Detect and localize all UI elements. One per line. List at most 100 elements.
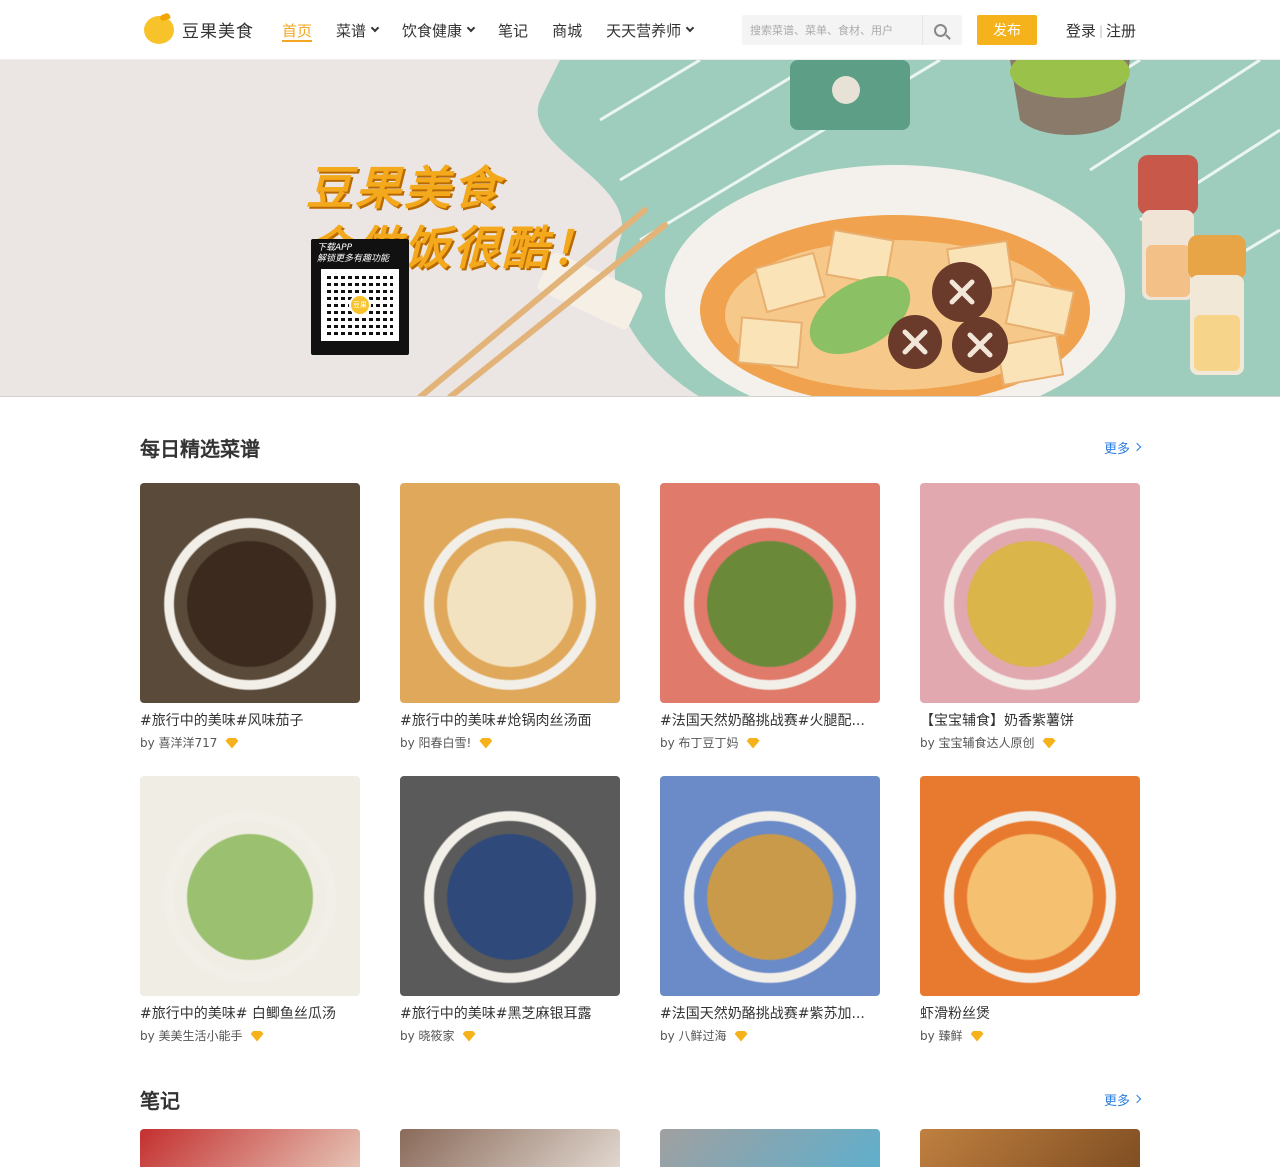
nav-item-3[interactable]: 笔记 <box>498 0 528 60</box>
note-image[interactable] <box>140 1129 360 1167</box>
auth-separator: | <box>1098 23 1103 38</box>
recipe-card[interactable]: #法国天然奶酪挑战赛#紫苏加... by 八鲜过海 <box>660 776 880 1043</box>
diamond-badge-icon <box>250 1030 264 1042</box>
section-title: 笔记 <box>140 1088 180 1113</box>
hero-banner[interactable]: 豆果美食 会做饭很酷！ 下载APP 解锁更多有趣功能 豆果 <box>0 60 1280 397</box>
more-link[interactable]: 更多 <box>1103 438 1142 457</box>
recipe-author: by 晓筱家 <box>400 1029 620 1043</box>
diamond-badge-icon <box>734 1030 748 1042</box>
diamond-badge-icon <box>1042 737 1056 749</box>
author-name[interactable]: by 八鲜过海 <box>660 1029 727 1043</box>
recipe-image[interactable] <box>140 776 360 996</box>
recipe-grid: #旅行中的美味#风味茄子 by 喜洋洋717 #旅行中的美味#炝锅肉丝汤面 by 阳春… <box>140 483 1140 1069</box>
qr-label-2: 解锁更多有趣功能 <box>317 254 390 264</box>
nav-item-4[interactable]: 商城 <box>552 0 582 60</box>
nav-label: 菜谱 <box>336 21 367 40</box>
diamond-badge-icon <box>970 1030 984 1042</box>
nav-item-1[interactable]: 菜谱 <box>336 0 380 60</box>
search-button[interactable] <box>922 15 958 45</box>
author-name[interactable]: by 喜洋洋717 <box>140 736 217 750</box>
author-name[interactable]: by 宝宝辅食达人原创 <box>920 736 1035 750</box>
recipe-card[interactable]: #旅行中的美味#炝锅肉丝汤面 by 阳春白雪! <box>400 483 620 750</box>
recipe-card[interactable]: #旅行中的美味#黑芝麻银耳露 by 晓筱家 <box>400 776 620 1043</box>
recipe-image[interactable] <box>660 776 880 996</box>
diamond-badge-icon <box>462 1030 476 1042</box>
diamond-badge-icon <box>479 737 493 749</box>
recipe-card[interactable]: #旅行中的美味# 白鲫鱼丝瓜汤 by 美美生活小能手 <box>140 776 360 1043</box>
recipe-image[interactable] <box>140 483 360 703</box>
note-image[interactable] <box>660 1129 880 1167</box>
recipe-card[interactable]: 【宝宝辅食】奶香紫薯饼 by 宝宝辅食达人原创 <box>920 483 1140 750</box>
auth-links: 登录 | 注册 <box>1066 20 1136 41</box>
notes-section-header: 笔记 更多 <box>140 1085 1142 1113</box>
nav-label: 天天营养师 <box>606 21 682 40</box>
recipe-card[interactable]: #旅行中的美味#风味茄子 by 喜洋洋717 <box>140 483 360 750</box>
recipe-title[interactable]: #法国天然奶酪挑战赛#火腿配... <box>660 712 880 730</box>
nav-item-0[interactable]: 首页 <box>282 0 313 60</box>
more-link[interactable]: 更多 <box>1103 1090 1142 1109</box>
recipe-image[interactable] <box>920 776 1140 996</box>
recipe-image[interactable] <box>400 776 620 996</box>
section-title: 每日精选菜谱 <box>140 436 260 461</box>
daily-section-header: 每日精选菜谱 更多 <box>140 433 1142 461</box>
logo-text: 豆果美食 <box>182 21 254 42</box>
search-icon <box>934 23 947 37</box>
chevron-right-icon <box>1132 1094 1142 1104</box>
note-image[interactable] <box>920 1129 1140 1167</box>
qr-label-1: 下载APP <box>317 243 353 253</box>
author-name[interactable]: by 美美生活小能手 <box>140 1029 243 1043</box>
recipe-title[interactable]: #旅行中的美味#风味茄子 <box>140 712 360 730</box>
recipe-title[interactable]: #旅行中的美味#炝锅肉丝汤面 <box>400 712 620 730</box>
author-name[interactable]: by 布丁豆丁妈 <box>660 736 739 750</box>
more-label: 更多 <box>1103 441 1130 457</box>
publish-button[interactable]: 发布 <box>977 15 1037 45</box>
recipe-title[interactable]: #法国天然奶酪挑战赛#紫苏加... <box>660 1005 880 1023</box>
nav-label: 商城 <box>552 21 583 40</box>
recipe-image[interactable] <box>400 483 620 703</box>
logo-icon <box>144 12 176 44</box>
top-header: 豆果美食 首页 菜谱 饮食健康 笔记 商城 天天营养师 发布 登录 | 注册 <box>0 0 1280 60</box>
recipe-author: by 臻鲜 <box>920 1029 1140 1043</box>
recipe-author: by 八鲜过海 <box>660 1029 880 1043</box>
author-name[interactable]: by 阳春白雪! <box>400 736 471 750</box>
chevron-down-icon <box>466 23 476 33</box>
recipe-author: by 阳春白雪! <box>400 736 620 750</box>
recipe-title[interactable]: #旅行中的美味#黑芝麻银耳露 <box>400 1005 620 1023</box>
nav-item-5[interactable]: 天天营养师 <box>606 0 695 60</box>
search-box <box>742 15 962 45</box>
header-inner: 豆果美食 首页 菜谱 饮食健康 笔记 商城 天天营养师 发布 登录 | 注册 <box>140 0 1140 60</box>
author-name[interactable]: by 晓筱家 <box>400 1029 455 1043</box>
diamond-badge-icon <box>225 737 239 749</box>
recipe-author: by 宝宝辅食达人原创 <box>920 736 1140 750</box>
qr-code-image: 豆果 <box>321 269 399 341</box>
nav-label: 首页 <box>282 21 313 40</box>
author-name[interactable]: by 臻鲜 <box>920 1029 963 1043</box>
recipe-image[interactable] <box>920 483 1140 703</box>
recipe-title[interactable]: 虾滑粉丝煲 <box>920 1005 1140 1023</box>
recipe-image[interactable] <box>660 483 880 703</box>
banner-line-1: 豆果美食 <box>306 161 502 215</box>
notes-row <box>140 1129 1140 1167</box>
nav-item-2[interactable]: 饮食健康 <box>402 0 476 60</box>
recipe-title[interactable]: 【宝宝辅食】奶香紫薯饼 <box>920 712 1140 730</box>
recipe-card[interactable]: 虾滑粉丝煲 by 臻鲜 <box>920 776 1140 1043</box>
recipe-author: by 布丁豆丁妈 <box>660 736 880 750</box>
main-nav: 首页 菜谱 饮食健康 笔记 商城 天天营养师 <box>282 0 717 60</box>
site-logo[interactable]: 豆果美食 <box>144 12 254 44</box>
chevron-down-icon <box>685 23 695 33</box>
register-link[interactable]: 注册 <box>1106 20 1136 41</box>
diamond-badge-icon <box>746 737 760 749</box>
more-label: 更多 <box>1103 1093 1130 1109</box>
login-link[interactable]: 登录 <box>1066 20 1096 41</box>
recipe-author: by 美美生活小能手 <box>140 1029 360 1043</box>
chevron-down-icon <box>370 23 380 33</box>
banner-illustration <box>0 60 1280 397</box>
app-qr-code: 下载APP 解锁更多有趣功能 豆果 <box>311 239 409 355</box>
recipe-title[interactable]: #旅行中的美味# 白鲫鱼丝瓜汤 <box>140 1005 360 1023</box>
nav-label: 笔记 <box>498 21 529 40</box>
chevron-right-icon <box>1132 442 1142 452</box>
note-image[interactable] <box>400 1129 620 1167</box>
search-input[interactable] <box>742 15 922 45</box>
recipe-card[interactable]: #法国天然奶酪挑战赛#火腿配... by 布丁豆丁妈 <box>660 483 880 750</box>
main-content: 每日精选菜谱 更多 #旅行中的美味#风味茄子 by 喜洋洋717 #旅行中的美味#炝… <box>140 397 1142 1167</box>
